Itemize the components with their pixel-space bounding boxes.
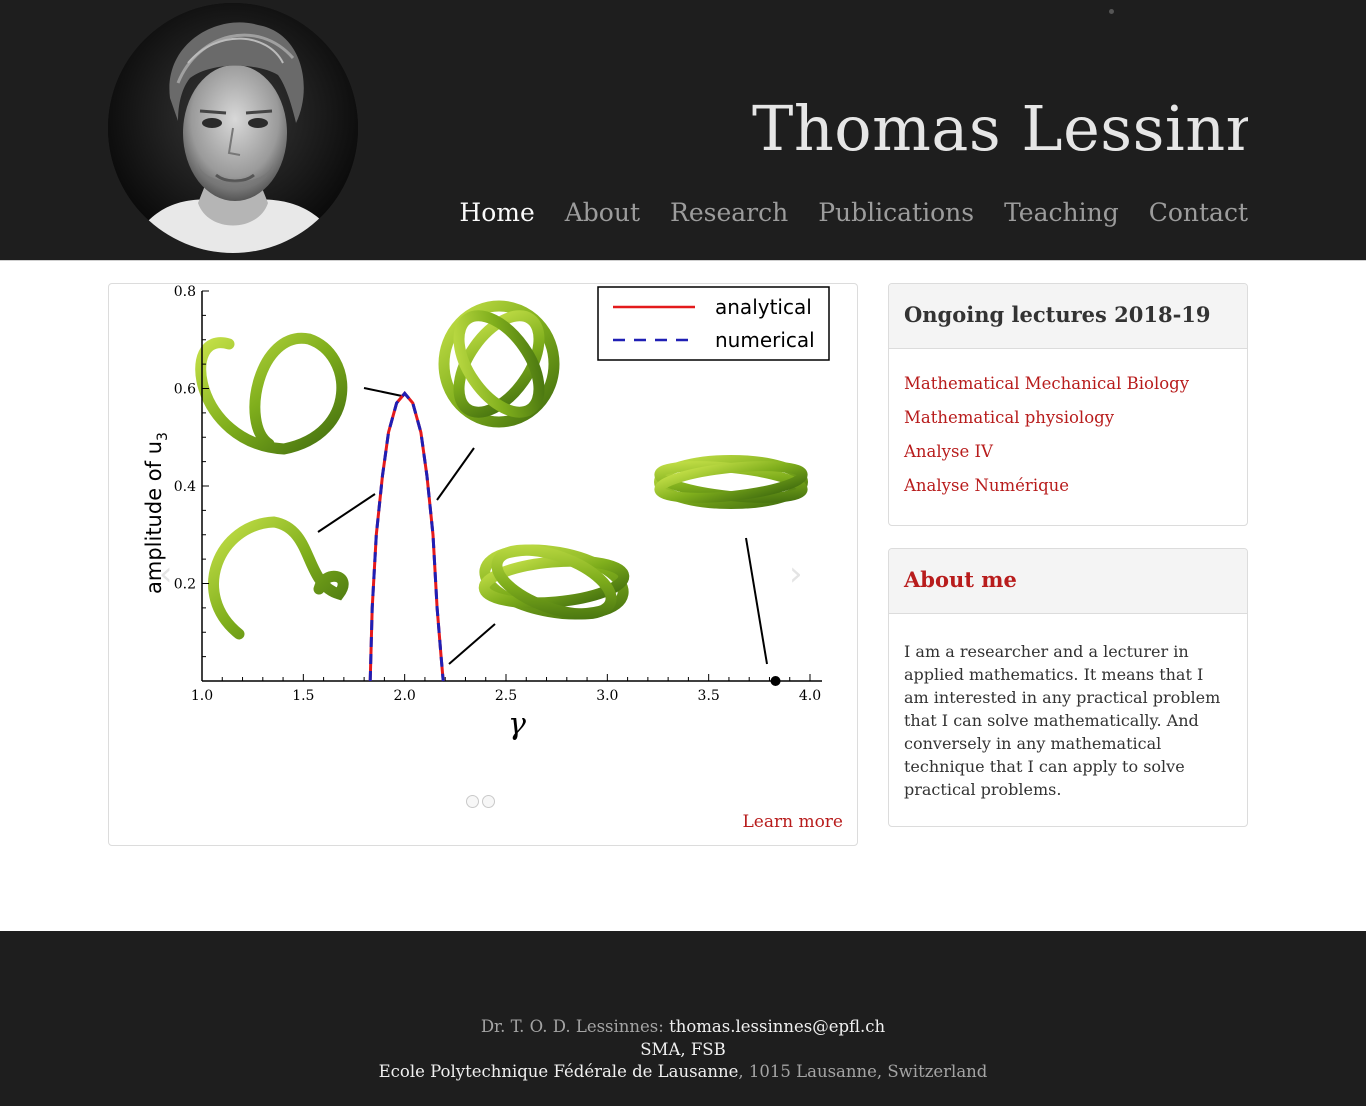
x-tick-label: 4.0 bbox=[799, 688, 821, 704]
footer-address: , 1015 Lausanne, Switzerland bbox=[738, 1062, 988, 1081]
nav-about[interactable]: About bbox=[565, 195, 640, 231]
footer-line-3: Ecole Polytechnique Fédérale de Lausanne… bbox=[0, 1061, 1366, 1084]
bifurcation-chart: 1.0 1.5 2.0 2.5 3.0 3.5 4.0 0.8 0.6 0.4 0.2 analyt… bbox=[142, 284, 830, 742]
y-tick-label: 0.6 bbox=[174, 382, 196, 398]
x-tick-label: 3.5 bbox=[698, 688, 720, 704]
main-nav: Home About Research Publications Teachin… bbox=[459, 195, 1248, 231]
chevron-right-icon: › bbox=[789, 554, 803, 594]
avatar bbox=[108, 3, 358, 253]
y-tick-label: 0.8 bbox=[174, 284, 196, 300]
x-axis-label: γ bbox=[508, 707, 526, 742]
knot-illustration-5 bbox=[478, 544, 630, 620]
decor-dot bbox=[1109, 9, 1114, 14]
chevron-left-icon: ‹ bbox=[159, 554, 173, 594]
pointer-lines bbox=[317, 387, 768, 665]
footer-line-2: SMA, FSB bbox=[640, 1039, 726, 1059]
lecture-link[interactable]: Mathematical physiology bbox=[904, 408, 1114, 427]
lecture-link[interactable]: Analyse IV bbox=[904, 442, 993, 461]
data-point bbox=[770, 676, 781, 686]
list-item: Analyse IV bbox=[904, 442, 1232, 476]
lecture-link[interactable]: Mathematical Mechanical Biology bbox=[904, 374, 1189, 393]
list-item: Analyse Numérique bbox=[904, 476, 1232, 510]
footer-line-1: Dr. T. O. D. Lessinnes: thomas.lessinnes… bbox=[0, 1016, 1366, 1039]
nav-research[interactable]: Research bbox=[670, 195, 788, 231]
x-tick-label: 2.5 bbox=[495, 688, 517, 704]
lectures-list: Mathematical Mechanical Biology Mathemat… bbox=[889, 349, 1247, 510]
x-tick-label: 1.0 bbox=[191, 688, 213, 704]
x-tick-label: 1.5 bbox=[292, 688, 314, 704]
series-line-analytical bbox=[368, 391, 445, 682]
footer-institution: Ecole Polytechnique Fédérale de Lausanne bbox=[378, 1062, 739, 1081]
list-item: Mathematical Mechanical Biology bbox=[904, 374, 1232, 408]
legend-analytical: analytical bbox=[715, 295, 812, 319]
x-tick-label: 3.0 bbox=[596, 688, 618, 704]
carousel: 1.0 1.5 2.0 2.5 3.0 3.5 4.0 0.8 0.6 0.4 0.2 analyt… bbox=[108, 283, 858, 846]
nav-home[interactable]: Home bbox=[459, 195, 534, 231]
site-footer: Dr. T. O. D. Lessinnes: thomas.lessinnes… bbox=[0, 931, 1366, 1106]
chart-legend: analytical numerical bbox=[597, 286, 830, 361]
about-panel-title: About me bbox=[889, 549, 1247, 614]
y-tick-label: 0.2 bbox=[174, 577, 196, 593]
lecture-link[interactable]: Analyse Numérique bbox=[904, 476, 1069, 495]
chart-series bbox=[368, 391, 781, 686]
footer-name: Dr. T. O. D. Lessinnes: bbox=[480, 1017, 670, 1036]
knot-illustration-2 bbox=[438, 300, 560, 428]
about-panel: About me I am a researcher and a lecture… bbox=[888, 548, 1248, 827]
nav-teaching[interactable]: Teaching bbox=[1004, 195, 1119, 231]
learn-more-link[interactable]: Learn more bbox=[742, 812, 843, 832]
site-title: Thomas Lessinnes bbox=[752, 92, 1248, 165]
knot-illustration-4 bbox=[208, 516, 349, 640]
nav-contact[interactable]: Contact bbox=[1149, 195, 1248, 231]
knot-illustration-1 bbox=[195, 332, 348, 455]
knot-illustration-3 bbox=[654, 455, 808, 509]
legend-numerical: numerical bbox=[715, 328, 815, 352]
footer-email-link[interactable]: thomas.lessinnes@epfl.ch bbox=[669, 1017, 885, 1036]
site-header: Thomas Lessinnes Home About Research Pub… bbox=[0, 0, 1366, 261]
list-item: Mathematical physiology bbox=[904, 408, 1232, 442]
carousel-indicators bbox=[466, 795, 495, 808]
carousel-indicator-1[interactable] bbox=[466, 795, 479, 808]
lectures-panel-title: Ongoing lectures 2018-19 bbox=[889, 284, 1247, 349]
about-text: I am a researcher and a lecturer in appl… bbox=[904, 642, 1221, 799]
carousel-prev[interactable]: ‹ bbox=[159, 554, 173, 594]
lectures-panel: Ongoing lectures 2018-19 Mathematical Me… bbox=[888, 283, 1248, 526]
carousel-next[interactable]: › bbox=[789, 554, 803, 594]
site-title-container: Thomas Lessinnes bbox=[740, 92, 1248, 172]
carousel-indicator-2[interactable] bbox=[482, 795, 495, 808]
x-tick-label: 2.0 bbox=[394, 688, 416, 704]
nav-publications[interactable]: Publications bbox=[818, 195, 974, 231]
y-tick-label: 0.4 bbox=[174, 479, 196, 495]
